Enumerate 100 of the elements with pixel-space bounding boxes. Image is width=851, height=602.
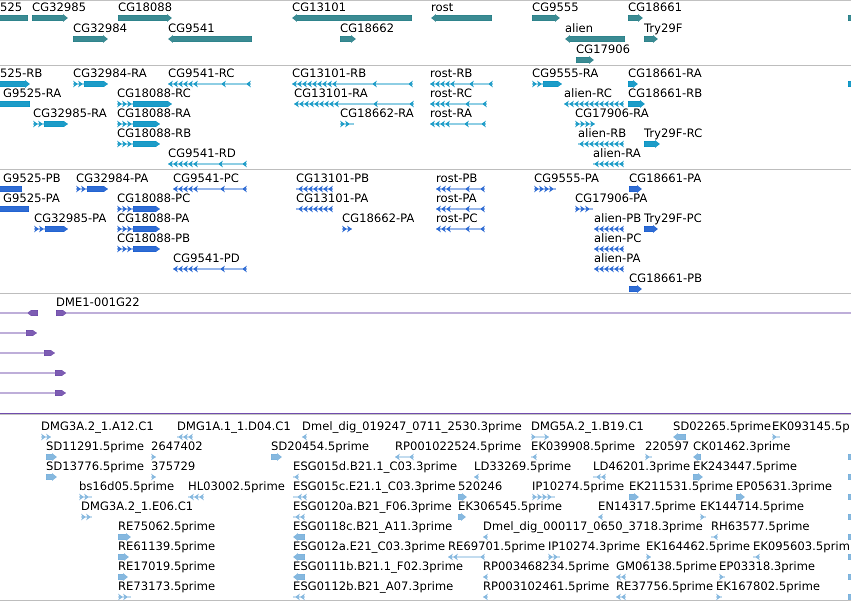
gene-label: CG32984 <box>73 22 127 35</box>
protein-label: rost-PB <box>436 172 478 185</box>
protein-label: Try29F-PC <box>644 212 702 225</box>
transcript-label: CG18661-RB <box>628 87 702 100</box>
transcript-label: CG17906-RA <box>575 107 649 120</box>
protein-label: rost-PC <box>436 212 478 225</box>
gene-label: CG13101 <box>292 1 346 14</box>
transcript-label: CG18088-RC <box>117 87 191 100</box>
est-label: EP05631.3prime <box>736 480 832 493</box>
transcript-label: CG18088-RA <box>117 107 191 120</box>
est-label: SD20454.5prime <box>271 440 370 453</box>
est-label: RP003102461.5prime <box>483 580 610 593</box>
gene-label: rost <box>431 1 454 14</box>
est-label: LD46201.3prime <box>593 460 690 473</box>
est-label: EK306545.5prime <box>458 500 562 513</box>
transcript-label: CG32985-RA <box>33 107 107 120</box>
est-label: ESG0112b.B21_A07.3prime <box>293 580 454 593</box>
est-label: GM06138.5prime <box>616 560 717 573</box>
est-label: DMG3A.2_1.A12.C1 <box>41 420 154 433</box>
est-label: EK167802.5prime <box>716 580 820 593</box>
est-label: HL03002.5prime <box>188 480 285 493</box>
protein-label: CG18088-PB <box>117 232 190 245</box>
bar-icon <box>0 100 30 108</box>
protein-label: rost-PA <box>436 192 477 205</box>
bar-icon <box>0 14 28 22</box>
est-label: ESG0120a.B21_F06.3prime <box>293 500 452 513</box>
est-label: RP001022524.5prime <box>395 440 522 453</box>
protein-label: alien-PB <box>594 212 642 225</box>
est-label: DMG1A.1_1.D04.C1 <box>177 420 291 433</box>
gene-label: CG9541 <box>168 22 215 35</box>
est-label: RE69701.5prime <box>448 540 546 553</box>
transcript-label: CG13101-RB <box>292 67 366 80</box>
est-label: EN14317.5prime <box>598 500 696 513</box>
transcript-label: CG18661-RA <box>628 67 702 80</box>
est-label: 2647402 <box>151 440 203 453</box>
gene-label: CG9555 <box>532 1 579 14</box>
est-label: LD33269.5prime <box>474 460 572 473</box>
protein-label: CG13101-PB <box>296 172 370 185</box>
transcript-label: CG13101-RA <box>294 87 368 100</box>
est-label: EK144714.5prime <box>700 500 804 513</box>
transcript-label: alien-RC <box>564 87 612 100</box>
protein-label: G9525-PB <box>3 172 61 185</box>
est-label: SD11291.5prime <box>46 440 144 453</box>
clone-label: DME1-001G22 <box>56 296 140 309</box>
protein-label: CG18088-PA <box>117 212 190 225</box>
transcript-label: rost-RB <box>430 67 472 80</box>
est-label: IP10274.3prime <box>548 540 640 553</box>
protein-label: CG18662-PA <box>342 212 414 225</box>
est-label: bs16d05.5prime <box>79 480 174 493</box>
est-label: RP003468234.5prime <box>483 560 610 573</box>
est-label: ESG015c.E21.1_C03.3prime <box>293 480 456 493</box>
transcript-label: alien-RA <box>593 147 641 160</box>
transcript-label: CG32984-RA <box>73 67 147 80</box>
protein-label: alien-PA <box>594 252 640 265</box>
protein-label: CG9541-PC <box>173 172 239 185</box>
est-label: EK095603.5prim <box>753 540 850 553</box>
protein-label: CG18661-PA <box>629 172 702 185</box>
protein-label: CG32985-PA <box>34 212 106 225</box>
est-label: 375729 <box>151 460 196 473</box>
est-label: DMG3A.2_1.E06.C1 <box>81 500 194 513</box>
transcript-label: CG18088-RB <box>117 127 192 140</box>
est-label: ESG0118c.B21_A11.3prime <box>293 520 452 533</box>
transcript-label: CG9541-RC <box>168 67 234 80</box>
est-label: RE37756.5prime <box>616 580 714 593</box>
protein-label: CG13101-PA <box>296 192 368 205</box>
transcript-label: alien-RB <box>578 127 626 140</box>
est-label: Dmel_dig_019247_0711_2530.3prime <box>302 420 522 433</box>
est-label: ESG015d.B21.1_C03.3prime <box>293 460 458 473</box>
protein-label: G9525-PA <box>3 192 60 205</box>
gene-label: CG18088 <box>118 1 172 14</box>
gene-label: CG18662 <box>340 22 394 35</box>
transcript-label: rost-RC <box>430 87 472 100</box>
est-label: EK164462.5prime <box>646 540 750 553</box>
protein-label: CG9555-PA <box>534 172 599 185</box>
est-label: RE61139.5prime <box>118 540 216 553</box>
est-label: RH63577.5prime <box>711 520 810 533</box>
est-label: DMG5A.2_1.B19.C1 <box>531 420 644 433</box>
transcript-label: CG18662-RA <box>340 107 414 120</box>
est-label: EK211531.5prime <box>629 480 734 493</box>
est-label: Dmel_dig_000117_0650_3718.3prime <box>483 520 703 533</box>
est-label: RE17019.5prime <box>118 560 216 573</box>
est-label: SD02265.5prime <box>673 420 772 433</box>
est-label: 220597 <box>645 440 690 453</box>
est-label: EK243447.5prime <box>693 460 798 473</box>
gene-label: CG32985 <box>32 1 86 14</box>
est-label: 520246 <box>458 480 502 493</box>
gene-label: 525 <box>0 1 22 14</box>
gene-label: alien <box>565 22 594 35</box>
transcript-label: CG9555-RA <box>532 67 598 80</box>
est-label: ESG0111b.B21.1_F02.3prime <box>293 560 464 573</box>
est-label: RE73173.5prime <box>118 580 216 593</box>
est-label: IP10274.5prime <box>532 480 624 493</box>
est-label: ESG012a.E21_C03.3prime <box>293 540 446 553</box>
transcript-label: Try29F-RC <box>644 127 702 140</box>
transcript-label: rost-RA <box>430 107 472 120</box>
est-label: SD13776.5prime <box>46 460 144 473</box>
bar-icon <box>0 205 29 213</box>
est-label: EP03318.3prime <box>719 560 816 573</box>
gene-label: Try29F <box>644 22 682 35</box>
gene-label: CG17906 <box>576 43 630 56</box>
